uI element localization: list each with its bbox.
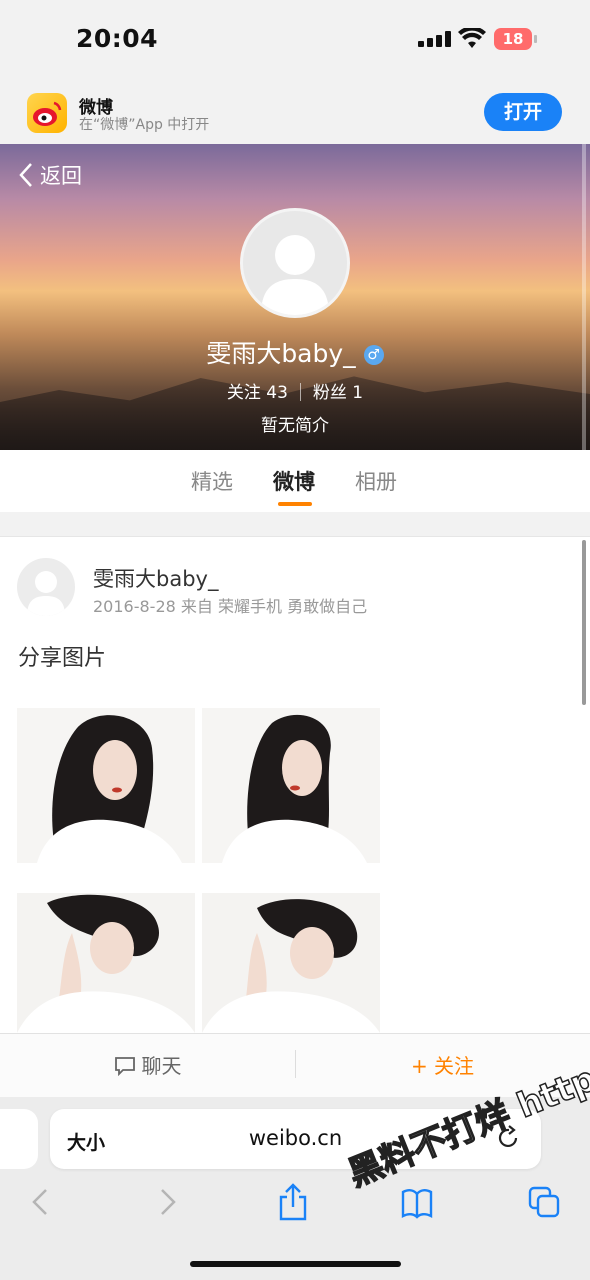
cellular-signal-icon [418,31,451,47]
status-time: 20:04 [76,24,159,53]
previous-tab-preview[interactable] [0,1109,38,1169]
active-tab-indicator [278,502,312,506]
chat-label: 聊天 [141,1054,182,1078]
back-button[interactable]: 返回 [18,160,82,190]
tab-featured[interactable]: 精选 [191,466,233,496]
tab-album[interactable]: 相册 [355,466,397,496]
browser-forward-icon[interactable] [156,1186,180,1218]
post-text: 分享图片 [18,646,107,671]
username-text: 雯雨大baby_ [206,339,356,368]
cover-scroll-indicator [582,144,586,450]
section-gap [0,512,590,537]
profile-avatar[interactable] [240,208,350,318]
profile-stats: 关注 43 粉丝 1 [0,378,590,403]
banner-subtitle: 在“微博”App 中打开 [79,117,210,133]
browser-back-icon[interactable] [28,1186,52,1218]
post-meta: 2016-8-28 来自 荣耀手机 勇敢做自己 [93,597,368,616]
chevron-left-icon [19,163,32,187]
back-label: 返回 [40,164,82,188]
bookmarks-icon[interactable] [400,1186,434,1220]
tab-weibo[interactable]: 微博 [273,466,315,496]
post-photo[interactable] [17,708,195,863]
default-avatar-icon [27,571,65,616]
open-in-app-button[interactable]: 打开 [484,93,562,131]
followers-count[interactable]: 粉丝 1 [313,383,363,403]
post-photo[interactable] [202,708,380,863]
male-gender-icon: ♂ [363,345,384,365]
page-scroll-indicator [582,540,586,705]
post-photo[interactable] [17,893,195,1033]
chat-button[interactable]: 聊天 [0,1050,295,1079]
weibo-app-icon [27,93,67,133]
post-photo[interactable] [202,893,380,1033]
post-author-name[interactable]: 雯雨大baby_ [93,563,218,593]
share-icon[interactable] [278,1183,308,1221]
default-avatar-icon [261,235,329,315]
chat-icon [114,1057,135,1077]
battery-level: 18 [502,30,524,48]
tabs-icon[interactable] [528,1186,560,1218]
following-count[interactable]: 关注 43 [227,383,288,403]
post-author-avatar[interactable] [17,558,75,616]
wifi-icon [458,28,486,48]
home-indicator [190,1261,401,1267]
profile-intro: 暂无简介 [261,416,329,436]
battery-icon: 18 [494,28,538,50]
profile-username: 雯雨大baby_ ♂ [0,334,590,370]
